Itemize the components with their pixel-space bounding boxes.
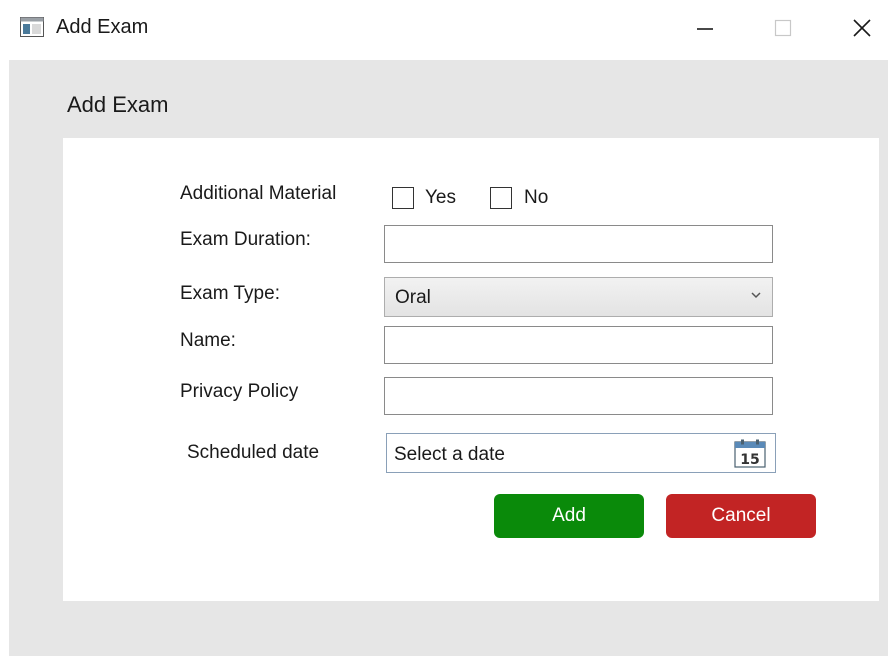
maximize-button[interactable] xyxy=(761,10,805,46)
calendar-day-number: 15 xyxy=(740,452,759,468)
scheduled-date-picker[interactable]: Select a date 15 xyxy=(386,433,776,473)
page-title: Add Exam xyxy=(67,92,169,117)
date-placeholder-text: Select a date xyxy=(394,444,505,465)
no-checkbox-label[interactable]: No xyxy=(524,187,548,209)
no-checkbox[interactable] xyxy=(490,187,512,209)
close-button[interactable] xyxy=(840,10,884,46)
chevron-down-icon xyxy=(751,292,761,299)
window-title: Add Exam xyxy=(56,16,149,38)
app-window-icon xyxy=(20,17,44,37)
exam-type-selected-value: Oral xyxy=(395,287,431,308)
form-panel: Additional Material Yes No Exam Duration… xyxy=(63,138,879,601)
scheduled-date-label: Scheduled date xyxy=(187,442,320,463)
close-icon xyxy=(853,19,871,37)
add-exam-window: Add Exam Add Exam Additional Material Ye… xyxy=(0,0,888,656)
cancel-button[interactable]: Cancel xyxy=(666,494,816,538)
calendar-icon[interactable]: 15 xyxy=(734,439,766,468)
exam-type-dropdown[interactable]: Oral xyxy=(384,277,773,317)
exam-duration-input[interactable] xyxy=(384,225,773,263)
minimize-icon xyxy=(697,28,713,30)
name-label: Name: xyxy=(180,330,236,351)
additional-material-label: Additional Material xyxy=(180,183,337,204)
privacy-policy-input[interactable] xyxy=(384,377,773,415)
yes-checkbox-label[interactable]: Yes xyxy=(425,187,456,209)
title-bar[interactable]: Add Exam xyxy=(0,0,888,60)
name-input[interactable] xyxy=(384,326,773,364)
privacy-policy-label: Privacy Policy xyxy=(180,381,299,402)
add-button[interactable]: Add xyxy=(494,494,644,538)
window-client-area: Add Exam Additional Material Yes No Exam… xyxy=(9,60,888,656)
exam-duration-label: Exam Duration: xyxy=(180,229,311,250)
yes-checkbox[interactable] xyxy=(392,187,414,209)
minimize-button[interactable] xyxy=(683,10,727,46)
exam-type-label: Exam Type: xyxy=(180,283,280,304)
maximize-icon xyxy=(774,19,792,37)
